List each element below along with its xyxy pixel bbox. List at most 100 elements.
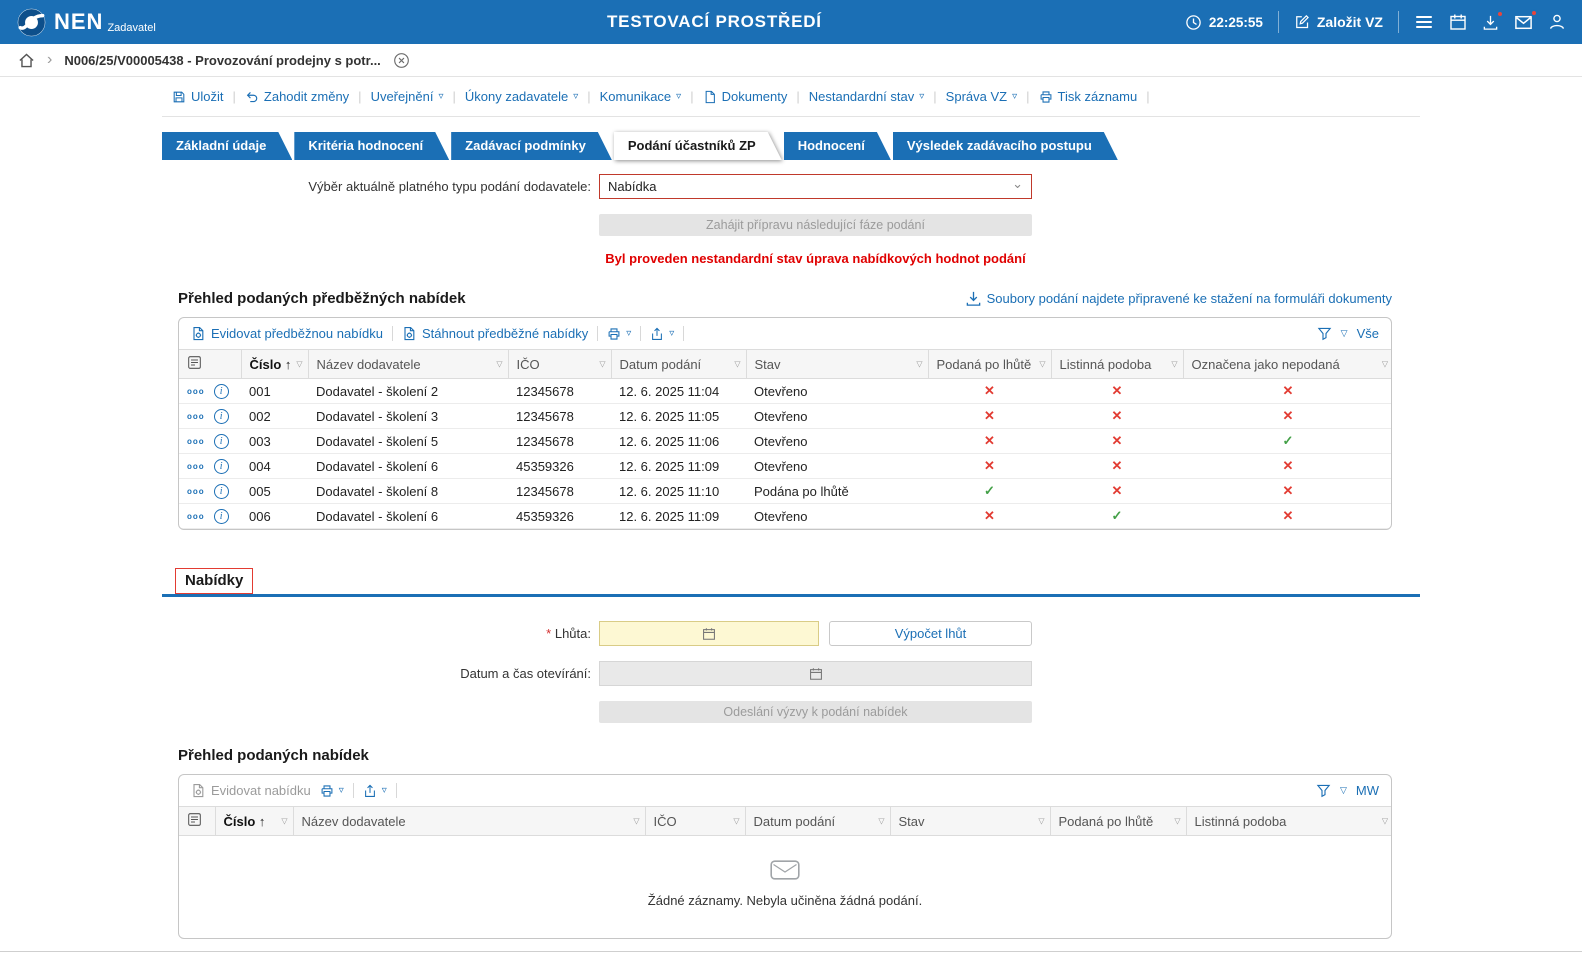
filter-caret-icon[interactable]: ▽: [1039, 360, 1045, 369]
column-header-stav[interactable]: Stav▽: [746, 350, 928, 379]
toolbar-nestandardni-stav[interactable]: Nestandardní stav▿: [809, 89, 925, 104]
filter-caret-icon[interactable]: ▽: [496, 360, 502, 369]
nen-logo[interactable]: NEN Zadavatel: [16, 7, 244, 38]
funnel-icon: [1317, 326, 1332, 341]
filter-caret-icon[interactable]: ▽: [1382, 817, 1388, 826]
view-selector-caret[interactable]: ▽: [1341, 329, 1348, 338]
column-header-datum-podani[interactable]: Datum podání▽: [745, 807, 890, 836]
tab-hodnoceni[interactable]: Hodnocení: [784, 132, 893, 160]
toolbar-divider: [640, 326, 641, 341]
column-header-listinna-podoba[interactable]: Listinná podoba▽: [1051, 350, 1183, 379]
filter-caret-icon[interactable]: ▽: [296, 360, 302, 369]
breadcrumb: › N006/25/V00005438 - Provozování prodej…: [0, 44, 1582, 77]
filter-caret-icon[interactable]: ▽: [1174, 817, 1180, 826]
tab-vysledek-zadavaciho-postupu[interactable]: Výsledek zadávacího postupu: [893, 132, 1120, 160]
table-row[interactable]: oooi004Dodavatel - školení 64535932612. …: [179, 454, 1392, 479]
toolbar-zahodit-zmeny[interactable]: Zahodit změny: [245, 89, 349, 104]
filter-caret-icon[interactable]: ▽: [633, 817, 639, 826]
download-preliminary-offers-button[interactable]: Stáhnout předběžné nabídky: [402, 326, 588, 341]
toolbar-uverejneni[interactable]: Uveřejnění▿: [371, 89, 444, 104]
create-vz-button[interactable]: Založit VZ: [1294, 14, 1383, 30]
sort-ascending-icon: ↑: [285, 357, 292, 372]
messages-button[interactable]: [1514, 13, 1533, 32]
info-icon[interactable]: i: [214, 509, 229, 524]
tab-zakladni-udaje[interactable]: Základní údaje: [162, 132, 294, 160]
submission-files-link[interactable]: Soubory podání najdete připravené ke sta…: [965, 290, 1392, 307]
deadline-label: * Lhůta:: [162, 626, 599, 641]
tab-podani-ucastniku-zp[interactable]: Podání účastníků ZP: [614, 132, 784, 160]
column-chooser-button[interactable]: [179, 807, 215, 836]
downloads-button[interactable]: [1482, 14, 1499, 31]
column-header-stav[interactable]: Stav▽: [890, 807, 1050, 836]
deadline-input[interactable]: [599, 621, 819, 646]
menu-button[interactable]: [1414, 12, 1434, 32]
filter-button[interactable]: [1317, 326, 1332, 341]
print-button[interactable]: ▿: [607, 327, 631, 341]
column-header-datum-podani[interactable]: Datum podání▽: [611, 350, 746, 379]
column-header-nazev-dodavatele[interactable]: Název dodavatele▽: [308, 350, 508, 379]
calendar-icon[interactable]: [702, 627, 716, 641]
info-icon[interactable]: i: [214, 484, 229, 499]
breadcrumb-record[interactable]: N006/25/V00005438 - Provozování prodejny…: [64, 53, 380, 68]
table-row[interactable]: oooi002Dodavatel - školení 31234567812. …: [179, 404, 1392, 429]
export-button[interactable]: ▿: [650, 327, 674, 341]
column-header-podana-po-lhute[interactable]: Podaná po lhůtě▽: [1050, 807, 1186, 836]
filter-caret-icon[interactable]: ▽: [878, 817, 884, 826]
tab-kriteria-hodnoceni[interactable]: Kritéria hodnocení: [294, 132, 451, 160]
table-row[interactable]: oooi005Dodavatel - školení 81234567812. …: [179, 479, 1392, 504]
column-header-cislo[interactable]: Číslo ↑▽: [215, 807, 293, 836]
filter-caret-icon[interactable]: ▽: [1171, 360, 1177, 369]
view-selector-caret[interactable]: ▽: [1340, 786, 1347, 795]
toolbar-ukony-zadavatele[interactable]: Úkony zadavatele▿: [465, 89, 578, 104]
tab-zadavaci-podminky[interactable]: Zadávací podmínky: [451, 132, 614, 160]
profile-button[interactable]: [1548, 13, 1566, 31]
toolbar-sprava-vz[interactable]: Správa VZ▿: [946, 89, 1017, 104]
column-header-cislo[interactable]: Číslo ↑▽: [241, 350, 308, 379]
row-menu-icon[interactable]: ooo: [187, 387, 205, 396]
column-header-podana-po-lhute[interactable]: Podaná po lhůtě▽: [928, 350, 1051, 379]
table-row[interactable]: oooi001Dodavatel - školení 21234567812. …: [179, 379, 1392, 404]
info-icon[interactable]: i: [214, 409, 229, 424]
filter-caret-icon[interactable]: ▽: [734, 360, 740, 369]
table-row[interactable]: oooi006Dodavatel - školení 64535932612. …: [179, 504, 1392, 529]
filter-caret-icon[interactable]: ▽: [1382, 360, 1388, 369]
close-record-button[interactable]: [393, 52, 410, 69]
row-menu-icon[interactable]: ooo: [187, 437, 205, 446]
info-icon[interactable]: i: [214, 459, 229, 474]
table-cell: 12. 6. 2025 11:09: [611, 454, 746, 479]
toolbar-ulozit[interactable]: Uložit: [172, 89, 224, 104]
filter-caret-icon[interactable]: ▽: [281, 817, 287, 826]
export-button[interactable]: ▿: [363, 784, 387, 798]
column-header-nazev-dodavatele[interactable]: Název dodavatele▽: [293, 807, 645, 836]
print-button[interactable]: ▿: [320, 784, 344, 798]
table-row[interactable]: oooi003Dodavatel - školení 51234567812. …: [179, 429, 1392, 454]
filter-button[interactable]: [1316, 783, 1331, 798]
filter-caret-icon[interactable]: ▽: [916, 360, 922, 369]
column-header-ico[interactable]: IČO▽: [645, 807, 745, 836]
row-menu-icon[interactable]: ooo: [187, 462, 205, 471]
info-icon[interactable]: i: [214, 434, 229, 449]
toolbar-komunikace[interactable]: Komunikace▿: [600, 89, 682, 104]
column-header-ico[interactable]: IČO▽: [508, 350, 611, 379]
calendar-button[interactable]: [1449, 13, 1467, 31]
row-menu-icon[interactable]: ooo: [187, 412, 205, 421]
row-menu-icon[interactable]: ooo: [187, 487, 205, 496]
toolbar-dokumenty[interactable]: Dokumenty: [703, 89, 788, 104]
filter-caret-icon[interactable]: ▽: [1038, 817, 1044, 826]
view-selector[interactable]: Vše: [1357, 326, 1379, 341]
filter-caret-icon[interactable]: ▽: [599, 360, 605, 369]
row-menu-icon[interactable]: ooo: [187, 512, 205, 521]
home-button[interactable]: [18, 52, 35, 69]
column-header-oznacena-jako-nepodana[interactable]: Označena jako nepodaná▽: [1183, 350, 1392, 379]
session-timer: 22:25:55: [1185, 14, 1263, 31]
column-header-listinna-podoba[interactable]: Listinná podoba▽: [1186, 807, 1392, 836]
submission-type-select[interactable]: Nabídka ⌄: [599, 174, 1032, 199]
table-cell: 12345678: [508, 479, 611, 504]
toolbar-tisk-zaznamu[interactable]: Tisk záznamu: [1039, 89, 1138, 104]
column-chooser-button[interactable]: [179, 350, 241, 379]
view-selector[interactable]: MW: [1356, 783, 1379, 798]
calc-deadlines-button[interactable]: Výpočet lhůt: [829, 621, 1032, 646]
filter-caret-icon[interactable]: ▽: [733, 817, 739, 826]
info-icon[interactable]: i: [214, 384, 229, 399]
register-preliminary-offer-button[interactable]: Evidovat předběžnou nabídku: [191, 326, 383, 341]
